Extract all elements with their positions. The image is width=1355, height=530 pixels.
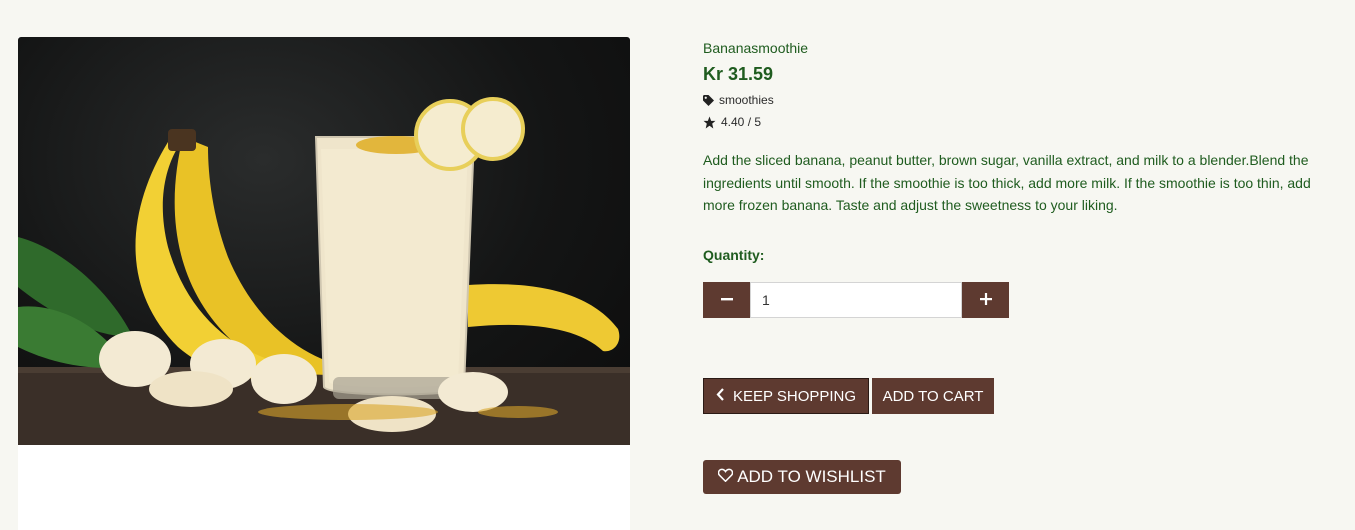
quantity-stepper [703, 282, 1009, 318]
quantity-label: Quantity: [703, 247, 765, 263]
decrement-button[interactable] [703, 282, 750, 318]
keep-shopping-button[interactable]: KEEP SHOPPING [703, 378, 869, 414]
add-to-cart-button[interactable]: ADD TO CART [872, 378, 994, 414]
category-label[interactable]: smoothies [719, 93, 774, 107]
increment-button[interactable] [962, 282, 1009, 318]
tag-icon [703, 94, 714, 106]
product-name: Bananasmoothie [703, 40, 809, 56]
product-category[interactable]: smoothies [703, 93, 774, 107]
chevron-left-icon [716, 387, 725, 405]
product-image[interactable] [18, 37, 630, 445]
star-icon [703, 116, 716, 129]
add-to-wishlist-label: ADD TO WISHLIST [737, 467, 886, 486]
heart-icon [717, 467, 734, 487]
keep-shopping-label: KEEP SHOPPING [732, 387, 857, 405]
product-description: Add the sliced banana, peanut butter, br… [703, 152, 1311, 213]
quantity-input[interactable] [750, 282, 962, 318]
plus-icon [979, 292, 993, 309]
add-to-cart-label: ADD TO CART [882, 387, 984, 405]
product-rating: 4.40 / 5 [703, 115, 761, 129]
rating-value: 4.40 / 5 [721, 115, 762, 129]
add-to-wishlist-button[interactable]: ADD TO WISHLIST [703, 460, 901, 494]
product-detail-page: Bananasmoothie Kr 31.59 smoothies 4.40 /… [0, 0, 1355, 530]
product-image-card [18, 37, 630, 530]
minus-icon [720, 292, 734, 309]
product-price: Kr 31.59 [703, 64, 774, 84]
